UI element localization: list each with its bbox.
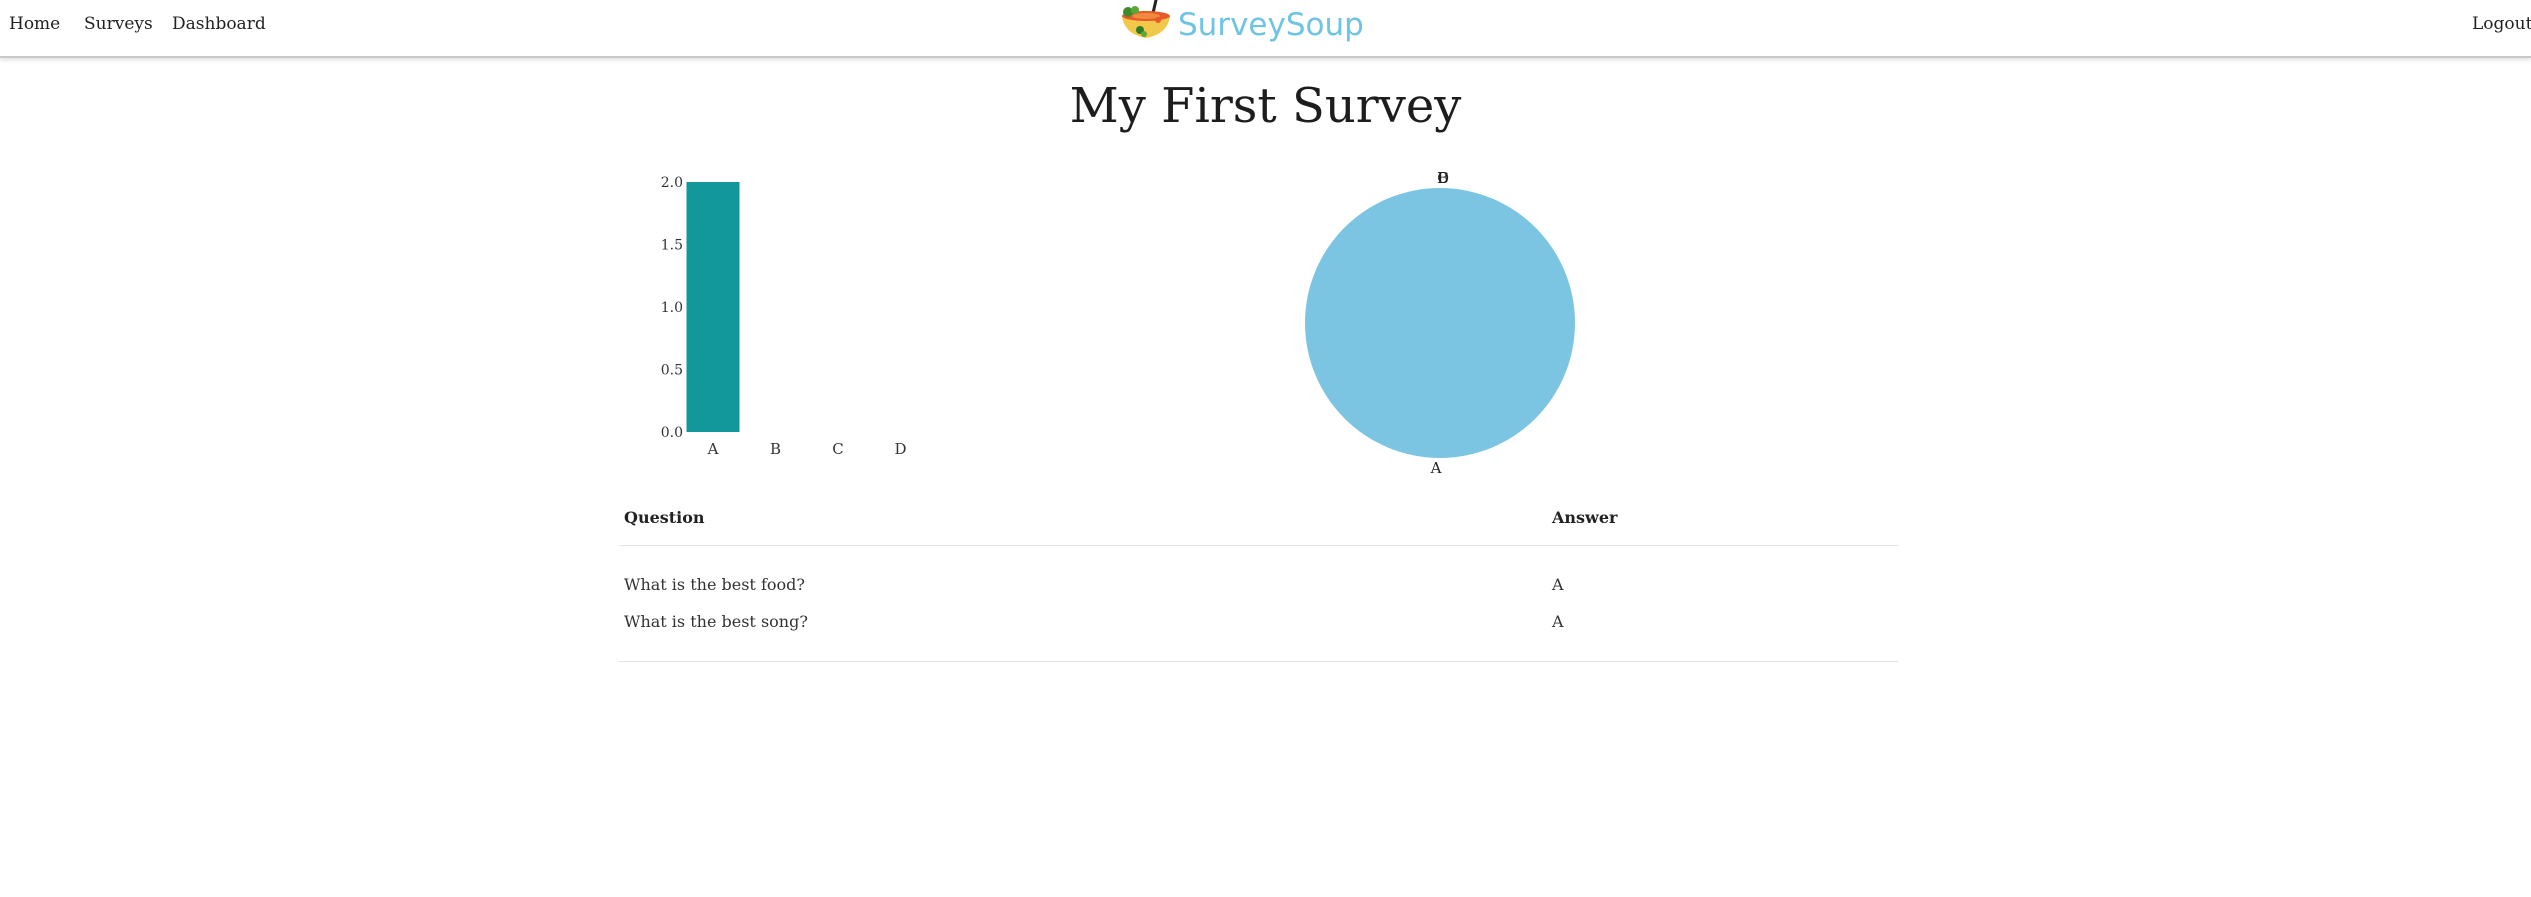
- answer-column-header: Answer: [1552, 508, 1618, 527]
- answer-cell: A: [1552, 612, 1564, 631]
- y-tick-label: 0.5: [661, 363, 683, 379]
- pie-label: A: [1430, 459, 1442, 475]
- nav-home-link[interactable]: Home: [9, 14, 60, 34]
- nav-dashboard-link[interactable]: Dashboard: [172, 14, 266, 34]
- question-cell: What is the best song?: [624, 612, 808, 631]
- soup-bowl-logo-icon: [1122, 0, 1170, 38]
- y-tick-label: 1.5: [661, 238, 683, 254]
- bar-chart: 0.0 0.5 1.0 1.5 2.0 A B C D: [661, 175, 907, 458]
- x-tick-label: C: [832, 440, 843, 458]
- pie-label: D: [1437, 169, 1449, 187]
- answer-cell: A: [1552, 575, 1564, 594]
- results-table: Question Answer What is the best food? A…: [619, 496, 1898, 662]
- navbar: Home Surveys Dashboard SurveySoup Logout: [0, 0, 2531, 58]
- question-column-header: Question: [624, 508, 705, 527]
- pie-slice: [1305, 188, 1575, 458]
- table-header: Question Answer: [619, 496, 1898, 546]
- nav-surveys-link[interactable]: Surveys: [84, 14, 153, 34]
- y-tick-label: 0.0: [661, 425, 683, 441]
- bar: [686, 182, 740, 432]
- brand-name: SurveySoup: [1178, 7, 1364, 43]
- logout-link[interactable]: Logout: [2472, 14, 2531, 34]
- x-tick-label: B: [770, 440, 781, 458]
- pie-chart: ABCD: [1305, 169, 1575, 475]
- x-tick-label: D: [894, 440, 906, 458]
- page-title: My First Survey: [1069, 78, 1462, 134]
- y-tick-label: 1.0: [661, 300, 683, 316]
- x-tick-label: A: [707, 440, 719, 458]
- question-cell: What is the best food?: [624, 575, 805, 594]
- y-tick-label: 2.0: [661, 175, 683, 191]
- table-body: What is the best food? A What is the bes…: [619, 546, 1898, 662]
